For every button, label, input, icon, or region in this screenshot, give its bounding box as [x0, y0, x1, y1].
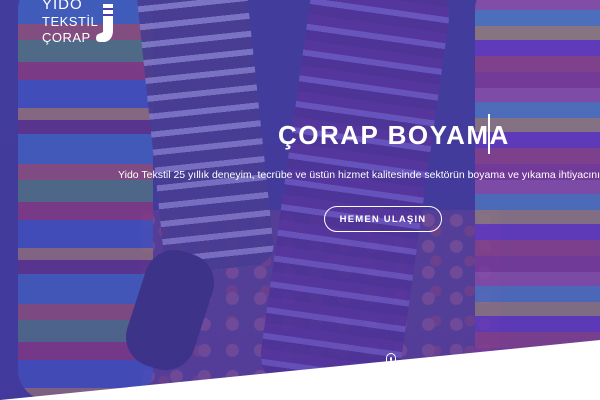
logo-text-line2: TEKSTİL [42, 14, 99, 29]
site-logo[interactable]: YIDO TEKSTİL ÇORAP [42, 0, 132, 50]
title-divider [488, 114, 490, 154]
sock-icon [96, 4, 113, 42]
mouse-scroll-icon[interactable] [386, 353, 396, 369]
logo-text-line3: ÇORAP [42, 30, 91, 45]
hero-section: YIDO TEKSTİL ÇORAP ÇORAP BOYAMA Yido Tek… [0, 0, 600, 400]
logo-text-line1: YIDO [42, 0, 83, 13]
hero-title: ÇORAP BOYAMA [278, 120, 510, 150]
bottom-slant-band [0, 340, 600, 400]
contact-now-button[interactable]: HEMEN ULAŞIN [324, 206, 442, 232]
hero-subtitle: Yido Tekstil 25 yıllık deneyim, tecrübe … [118, 169, 600, 181]
